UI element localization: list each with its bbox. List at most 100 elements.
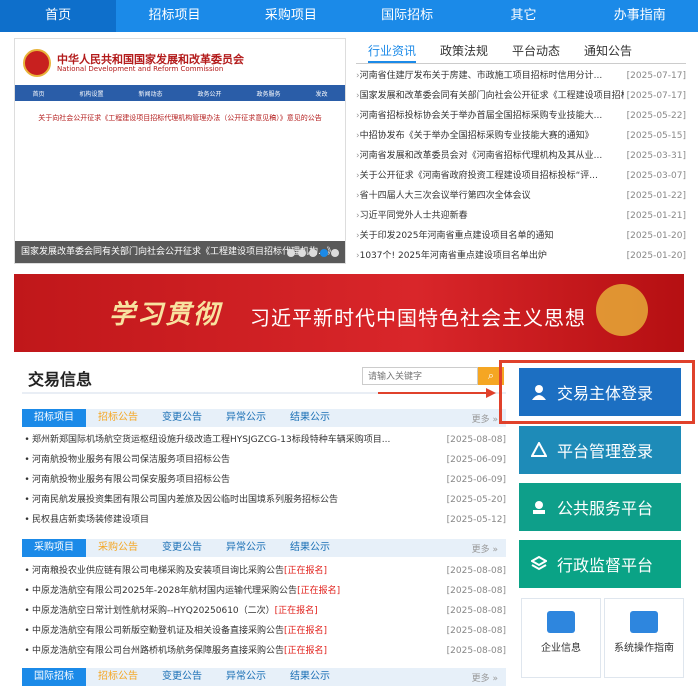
- news-title[interactable]: 河南省发展和改革委员会对《河南省招标代理机构及其从业...: [360, 146, 624, 166]
- item-title-text: 河南民航发展投资集团有限公司国内差旅及因公临时出国境系列服务招标公告: [32, 495, 339, 505]
- study-banner[interactable]: 学习贯彻 习近平新时代中国特色社会主义思想: [14, 274, 684, 352]
- list-item[interactable]: • 中原龙浩航空有限公司新版空勤登机证及相关设备直接采购公告[正在报名] [2025…: [22, 621, 506, 641]
- search-input[interactable]: [362, 367, 478, 385]
- bullet-icon: •: [24, 475, 30, 485]
- more-link[interactable]: 更多 »: [472, 671, 506, 684]
- list-item[interactable]: • 中原龙浩航空日常计划性航材采购--HYQ20250610（二次）[正在报名][…: [22, 601, 506, 621]
- platform-admin-login-button[interactable]: 平台管理登录: [519, 426, 681, 474]
- item-title[interactable]: 中原龙浩航空有限公司台州路桥机场航务保障服务直接采购公告[正在报名]: [32, 641, 444, 661]
- slide-bar-item: 政务服务: [256, 90, 281, 98]
- news-date: [2025-07-17]: [626, 71, 686, 81]
- slide-dot[interactable]: [287, 249, 295, 257]
- tab-bid-projects[interactable]: 招标项目: [22, 409, 86, 427]
- news-date: [2025-03-31]: [626, 151, 686, 161]
- item-title-text: 中原龙浩航空有限公司台州路桥机场航务保障服务直接采购公告: [32, 646, 285, 656]
- tab-policy[interactable]: 政策法规: [440, 38, 488, 63]
- news-title[interactable]: 河南省招标投标协会关于举办首届全国招标采购专业技能大...: [360, 106, 624, 126]
- slide-dot[interactable]: [298, 249, 306, 257]
- news-title[interactable]: 关于公开征求《河南省政府投资工程建设项目招标投标“评...: [360, 166, 624, 186]
- tab-bid-notice[interactable]: 招标公告: [86, 668, 150, 686]
- tab-notices[interactable]: 通知公告: [584, 38, 632, 63]
- tab-change-notice[interactable]: 变更公告: [150, 539, 214, 557]
- list-item[interactable]: • 中原龙浩航空有限公司台州路桥机场航务保障服务直接采购公告[正在报名] [2025…: [22, 641, 506, 661]
- intl-tabs: 国际招标 招标公告 变更公告 异常公示 结果公示 更多 »: [22, 668, 506, 686]
- nav-other[interactable]: 其它: [465, 0, 581, 32]
- tab-result[interactable]: 结果公示: [278, 668, 342, 686]
- item-title[interactable]: 河南航投物业服务有限公司保安服务项目招标公告: [32, 470, 444, 490]
- news-item[interactable]: › 关于印发2025年河南省重点建设项目名单的通知 [2025-01-20]: [356, 226, 686, 246]
- list-item[interactable]: • 河南航投物业服务有限公司保洁服务项目招标公告 [2025-06-09]: [22, 450, 506, 470]
- public-service-platform-button[interactable]: 公共服务平台: [519, 483, 681, 531]
- news-title[interactable]: 省十四届人大三次会议举行第四次全体会议: [360, 186, 624, 206]
- list-item[interactable]: • 民权县店新卖场装修建设项目 [2025-05-12]: [22, 510, 506, 530]
- slide-org-en: National Development and Reform Commissi…: [57, 65, 224, 73]
- tab-industry-news[interactable]: 行业资讯: [368, 38, 417, 63]
- item-title[interactable]: 中原龙浩航空有限公司2025年-2028年航材国内运输代理采购公告[正在报名]: [32, 581, 444, 601]
- news-title[interactable]: 国家发展和改革委会同有关部门向社会公开征求《工程建设项目招标...: [360, 86, 624, 106]
- item-title[interactable]: 民权县店新卖场装修建设项目: [32, 510, 444, 530]
- trade-section-title: 交易信息: [28, 370, 93, 389]
- document-icon: [547, 611, 575, 633]
- news-item[interactable]: › 习近平同党外人士共迎新春 [2025-01-21]: [356, 206, 686, 226]
- item-title[interactable]: 河南粮投农业供应链有限公司电梯采购及安装项目询比采购公告[正在报名]: [32, 561, 444, 581]
- item-title[interactable]: 中原龙浩航空有限公司新版空勤登机证及相关设备直接采购公告[正在报名]: [32, 621, 444, 641]
- news-date: [2025-07-17]: [626, 91, 686, 101]
- search-icon: ⌕: [487, 369, 495, 382]
- news-item[interactable]: › 河南省招标投标协会关于举办首届全国招标采购专业技能大... [2025-05-…: [356, 106, 686, 126]
- item-title[interactable]: 河南民航发展投资集团有限公司国内差旅及因公临时出国境系列服务招标公告: [32, 490, 444, 510]
- nav-intl-bid[interactable]: 国际招标: [349, 0, 465, 32]
- news-title[interactable]: 习近平同党外人士共迎新春: [360, 206, 624, 226]
- item-title-text: 河南粮投农业供应链有限公司电梯采购及安装项目询比采购公告: [32, 566, 285, 576]
- news-item[interactable]: › 中招协发布《关于举办全国招标采购专业技能大赛的通知》 [2025-05-15]: [356, 126, 686, 146]
- list-item[interactable]: • 河南民航发展投资集团有限公司国内差旅及因公临时出国境系列服务招标公告 [2025…: [22, 490, 506, 510]
- slide-dot[interactable]: [309, 249, 317, 257]
- tab-exception[interactable]: 异常公示: [214, 539, 278, 557]
- list-item[interactable]: • 河南航投物业服务有限公司保安服务项目招标公告 [2025-06-09]: [22, 470, 506, 490]
- item-date: [2025-08-08]: [446, 586, 506, 596]
- news-slideshow[interactable]: 中华人民共和国国家发展和改革委员会 National Development a…: [14, 38, 346, 264]
- tab-exception[interactable]: 异常公示: [214, 668, 278, 686]
- list-item[interactable]: • 中原龙浩航空有限公司2025年-2028年航材国内运输代理采购公告[正在报名]…: [22, 581, 506, 601]
- nav-home[interactable]: 首页: [0, 0, 117, 32]
- slide-dot[interactable]: [331, 249, 339, 257]
- news-item[interactable]: › 河南省住建厅发布关于房建、市政施工项目招标时信用分计... [2025-07-…: [356, 66, 686, 86]
- item-title[interactable]: 河南航投物业服务有限公司保洁服务项目招标公告: [32, 450, 444, 470]
- news-item[interactable]: › 关于公开征求《河南省政府投资工程建设项目招标投标“评... [2025-03-…: [356, 166, 686, 186]
- news-title[interactable]: 河南省住建厅发布关于房建、市政施工项目招标时信用分计...: [360, 66, 624, 86]
- nav-purchase-projects[interactable]: 采购项目: [233, 0, 349, 32]
- tab-result[interactable]: 结果公示: [278, 409, 342, 427]
- enterprise-info-label: 企业信息: [541, 643, 581, 654]
- enterprise-info-tile[interactable]: 企业信息: [521, 598, 601, 678]
- tab-bid-notice[interactable]: 招标公告: [86, 409, 150, 427]
- red-arrow: [378, 392, 488, 394]
- news-item[interactable]: › 河南省发展和改革委员会对《河南省招标代理机构及其从业... [2025-03-…: [356, 146, 686, 166]
- item-title[interactable]: 郑州新郑国际机场航空货运枢纽设施升级改造工程HYSJGZCG-13标段特种车辆采…: [32, 430, 444, 450]
- news-item[interactable]: › 1037个! 2025年河南省重点建设项目名单出炉 [2025-01-20]: [356, 246, 686, 266]
- more-link[interactable]: 更多 »: [472, 542, 506, 555]
- admin-supervision-platform-button[interactable]: 行政监督平台: [519, 540, 681, 588]
- news-title[interactable]: 1037个! 2025年河南省重点建设项目名单出炉: [360, 246, 624, 266]
- item-date: [2025-06-09]: [446, 475, 506, 485]
- tab-change-notice[interactable]: 变更公告: [150, 409, 214, 427]
- tab-purchase-notice[interactable]: 采购公告: [86, 539, 150, 557]
- tab-exception[interactable]: 异常公示: [214, 409, 278, 427]
- tab-platform-news[interactable]: 平台动态: [512, 38, 560, 63]
- tab-result[interactable]: 结果公示: [278, 539, 342, 557]
- main-nav: 首页 招标项目 采购项目 国际招标 其它 办事指南: [0, 0, 698, 32]
- nav-bid-projects[interactable]: 招标项目: [116, 0, 232, 32]
- slide-dot-active[interactable]: [320, 249, 328, 257]
- system-guide-tile[interactable]: 系统操作指南: [604, 598, 684, 678]
- news-title[interactable]: 中招协发布《关于举办全国招标采购专业技能大赛的通知》: [360, 126, 624, 146]
- item-title-text: 河南航投物业服务有限公司保洁服务项目招标公告: [32, 455, 231, 465]
- list-item[interactable]: • 河南粮投农业供应链有限公司电梯采购及安装项目询比采购公告[正在报名] [2025…: [22, 561, 506, 581]
- tab-change-notice[interactable]: 变更公告: [150, 668, 214, 686]
- list-item[interactable]: • 郑州新郑国际机场航空货运枢纽设施升级改造工程HYSJGZCG-13标段特种车辆…: [22, 430, 506, 450]
- item-title[interactable]: 中原龙浩航空日常计划性航材采购--HYQ20250610（二次）[正在报名]: [32, 601, 444, 621]
- nav-guide[interactable]: 办事指南: [582, 0, 698, 32]
- item-title-text: 民权县店新卖场装修建设项目: [32, 515, 150, 525]
- news-item[interactable]: › 省十四届人大三次会议举行第四次全体会议 [2025-01-22]: [356, 186, 686, 206]
- news-item[interactable]: › 国家发展和改革委会同有关部门向社会公开征求《工程建设项目招标... [2025…: [356, 86, 686, 106]
- tab-purchase-projects[interactable]: 采购项目: [22, 539, 86, 557]
- tab-intl-bid[interactable]: 国际招标: [22, 668, 86, 686]
- news-title[interactable]: 关于印发2025年河南省重点建设项目名单的通知: [360, 226, 624, 246]
